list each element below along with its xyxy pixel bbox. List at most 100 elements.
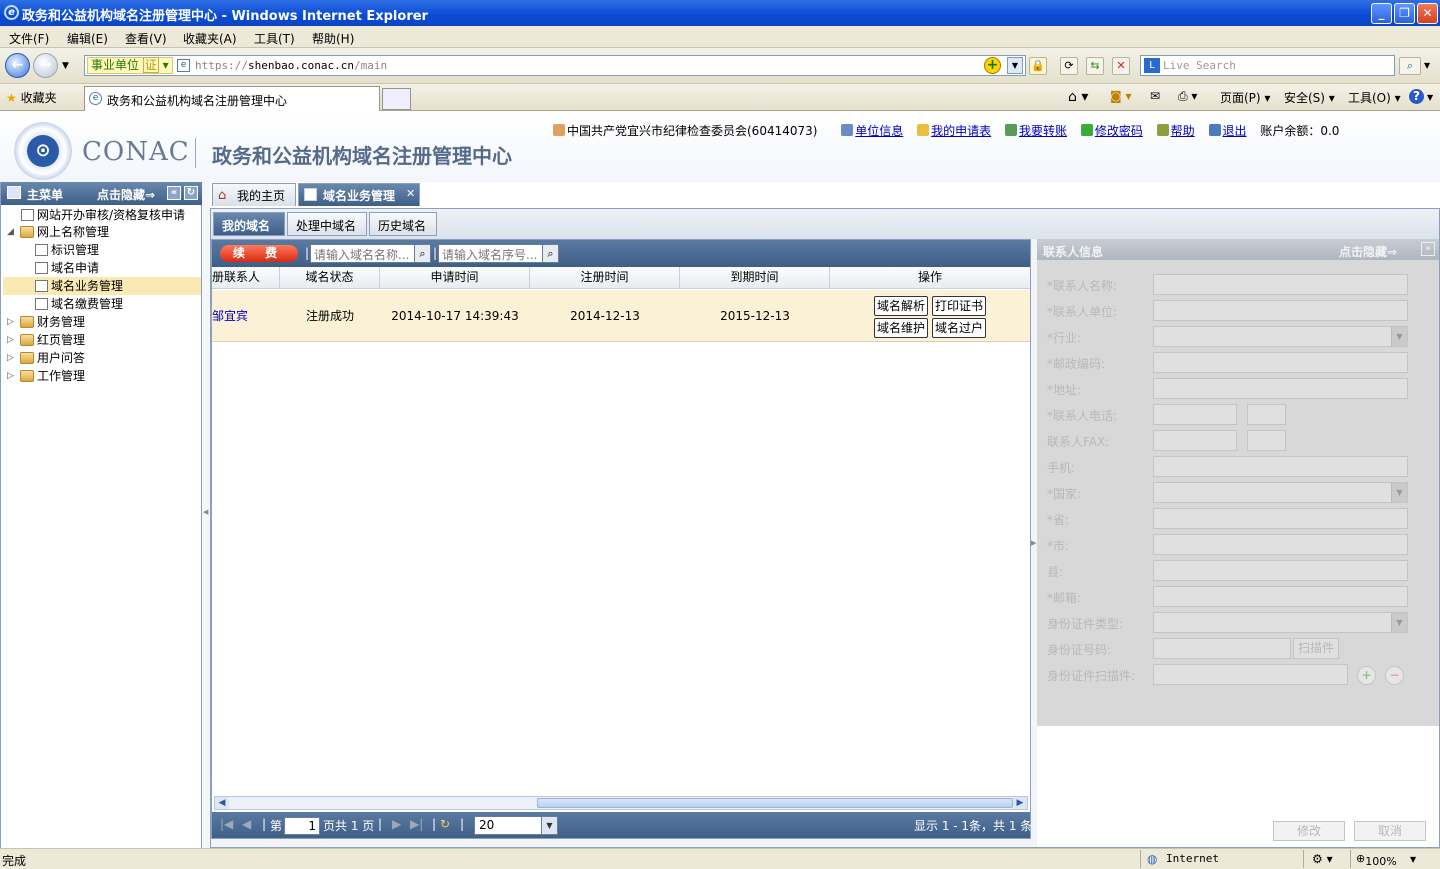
menu-edit[interactable]: 编辑(E) [67, 30, 108, 47]
address-url[interactable]: https://shenbao.conac.cn/main [195, 59, 387, 72]
phone-field[interactable] [1153, 404, 1237, 425]
safety-menu[interactable]: 安全(S) ▾ [1284, 89, 1335, 106]
scroll-right-icon[interactable]: ▶ [1013, 797, 1027, 809]
back-icon[interactable]: ← [5, 53, 30, 78]
last-page-icon[interactable]: ▶| [410, 817, 423, 831]
protected-mode-icon[interactable]: ⚙ ▾ [1312, 852, 1333, 866]
help-dropdown-icon[interactable]: ▼ [1427, 93, 1433, 102]
contact-unit-field[interactable] [1153, 300, 1408, 321]
search-icon[interactable]: ⌕ [414, 244, 431, 263]
close-button[interactable]: ✕ [1417, 3, 1438, 24]
id-scan-field[interactable] [1153, 664, 1348, 685]
id-type-select[interactable]: ▼ [1153, 612, 1408, 633]
help-link[interactable]: 帮助 [1156, 122, 1195, 139]
zoom-dropdown-icon[interactable]: ▼ [1410, 855, 1416, 864]
mail-icon[interactable]: ✉ [1150, 89, 1160, 103]
lock-icon[interactable]: 🔒 [1029, 57, 1047, 75]
logout-link[interactable]: 退出 [1208, 122, 1247, 139]
minimize-button[interactable]: _ [1371, 3, 1392, 24]
col-contact[interactable]: 册联系人 [212, 267, 280, 289]
help-icon[interactable]: ? [1409, 89, 1424, 104]
scroll-thumb[interactable] [537, 798, 1013, 808]
expand-icon[interactable]: ▷ [7, 313, 14, 331]
domain-transfer-button[interactable]: 域名过户 [932, 318, 987, 338]
renew-button[interactable]: 续 费 [220, 245, 298, 262]
fax-ext-field[interactable] [1247, 430, 1286, 451]
page-menu[interactable]: 页面(P) ▾ [1220, 89, 1270, 106]
address-field[interactable]: 事业单位 证 ▾ e https://shenbao.conac.cn/main… [84, 55, 1026, 76]
compatibility-icon[interactable]: + [984, 57, 1001, 74]
tree-item-finance[interactable]: ▷ 财务管理 [7, 313, 85, 331]
contact-name-field[interactable] [1153, 274, 1408, 295]
edit-button[interactable]: 修改 [1273, 821, 1345, 841]
address-dropdown-icon[interactable]: ▼ [1007, 57, 1023, 74]
chevron-down-icon[interactable]: ▼ [541, 817, 557, 834]
mobile-field[interactable] [1153, 456, 1408, 477]
tree-item-qa[interactable]: ▷ 用户问答 [7, 349, 85, 367]
unit-info-link[interactable]: 单位信息 [841, 122, 903, 139]
address-field[interactable] [1153, 378, 1408, 399]
id-number-field[interactable] [1153, 638, 1291, 659]
province-field[interactable] [1153, 508, 1408, 529]
site-identity-badge[interactable]: 事业单位 证 ▾ [87, 57, 173, 74]
col-expires[interactable]: 到期时间 [680, 267, 830, 289]
zoom-level[interactable]: ⊕ 100% [1356, 852, 1397, 868]
country-select[interactable]: ▼ [1153, 482, 1408, 503]
scroll-left-icon[interactable]: ◀ [215, 797, 229, 809]
tools-menu[interactable]: 工具(O) ▾ [1348, 89, 1401, 106]
search-icon[interactable]: ⌕ [542, 244, 559, 263]
expand-icon[interactable]: ▷ [7, 349, 14, 367]
search-icon[interactable]: ⌕ [1399, 57, 1421, 75]
tree-item-work[interactable]: ▷ 工作管理 [7, 367, 85, 385]
favorites-button[interactable]: ★ 收藏夹 [6, 89, 57, 106]
chevron-down-icon[interactable]: ▼ [1391, 483, 1407, 502]
contact-hide-link[interactable]: 点击隐藏⇒ [1339, 243, 1397, 260]
first-page-icon[interactable]: |◀ [220, 817, 233, 831]
sidebar-splitter[interactable]: ◀ [202, 182, 210, 848]
county-field[interactable] [1153, 560, 1408, 581]
history-dropdown-icon[interactable]: ▼ [62, 61, 69, 71]
col-registered[interactable]: 注册时间 [530, 267, 680, 289]
tree-item-site-review[interactable]: 网站开办审核/资格复核申请 [21, 206, 185, 224]
page-number-input[interactable]: 1 [284, 817, 320, 835]
tab-processing-domains[interactable]: 处理中域名 [287, 212, 367, 236]
tab-history-domains[interactable]: 历史域名 [369, 212, 437, 236]
chevron-down-icon[interactable]: ▼ [1391, 613, 1407, 632]
collapse-icon[interactable]: « [167, 186, 181, 200]
horizontal-scrollbar[interactable]: ◀ ▶ [214, 796, 1028, 810]
refresh-icon[interactable]: ⇆ [1086, 57, 1104, 75]
search-input[interactable]: L Live Search [1140, 55, 1395, 76]
menu-view[interactable]: 查看(V) [125, 30, 167, 47]
add-icon[interactable]: + [1357, 666, 1376, 685]
print-icon[interactable]: ⎙ ▾ [1178, 89, 1197, 104]
expand-icon[interactable]: ▷ [7, 331, 14, 349]
fax-field[interactable] [1153, 430, 1237, 451]
forward-icon[interactable]: → [33, 53, 58, 78]
splitter-arrow-icon[interactable]: ▶ [1031, 539, 1036, 547]
search-options-icon[interactable]: ▼ [1424, 61, 1430, 70]
menu-tools[interactable]: 工具(T) [254, 30, 295, 47]
col-status[interactable]: 域名状态 [280, 267, 380, 289]
scan-button[interactable]: 扫描件 [1293, 638, 1339, 659]
tab-close-icon[interactable]: ✕ [406, 187, 415, 200]
print-cert-button[interactable]: 打印证书 [932, 296, 987, 316]
menu-file[interactable]: 文件(F) [9, 30, 49, 47]
tree-item-logo-mgmt[interactable]: 标识管理 [35, 241, 99, 259]
reload-icon[interactable]: ↻ [440, 817, 450, 831]
remove-icon[interactable]: − [1385, 666, 1404, 685]
browser-tab[interactable]: e 政务和公益机构域名注册管理中心 [84, 86, 380, 111]
postcode-field[interactable] [1153, 352, 1408, 373]
page-size-select[interactable]: 20 ▼ [474, 816, 558, 835]
maximize-button[interactable]: ❐ [1394, 3, 1415, 24]
my-applications-link[interactable]: 我的申请表 [917, 122, 991, 139]
refresh-tree-icon[interactable]: ↻ [184, 186, 198, 200]
table-row[interactable]: 邹宜宾 注册成功 2014-10-17 14:39:43 2014-12-13 … [212, 290, 1030, 342]
email-field[interactable] [1153, 586, 1408, 607]
phone-ext-field[interactable] [1247, 404, 1286, 425]
new-tab-button[interactable] [382, 88, 411, 110]
tree-item-name-mgmt[interactable]: ◢ 网上名称管理 [7, 223, 109, 241]
menu-help[interactable]: 帮助(H) [312, 30, 354, 47]
tree-item-domain-business[interactable]: 域名业务管理 [3, 277, 201, 295]
cancel-button[interactable]: 取消 [1354, 821, 1426, 841]
industry-select[interactable]: ▼ [1153, 326, 1408, 347]
